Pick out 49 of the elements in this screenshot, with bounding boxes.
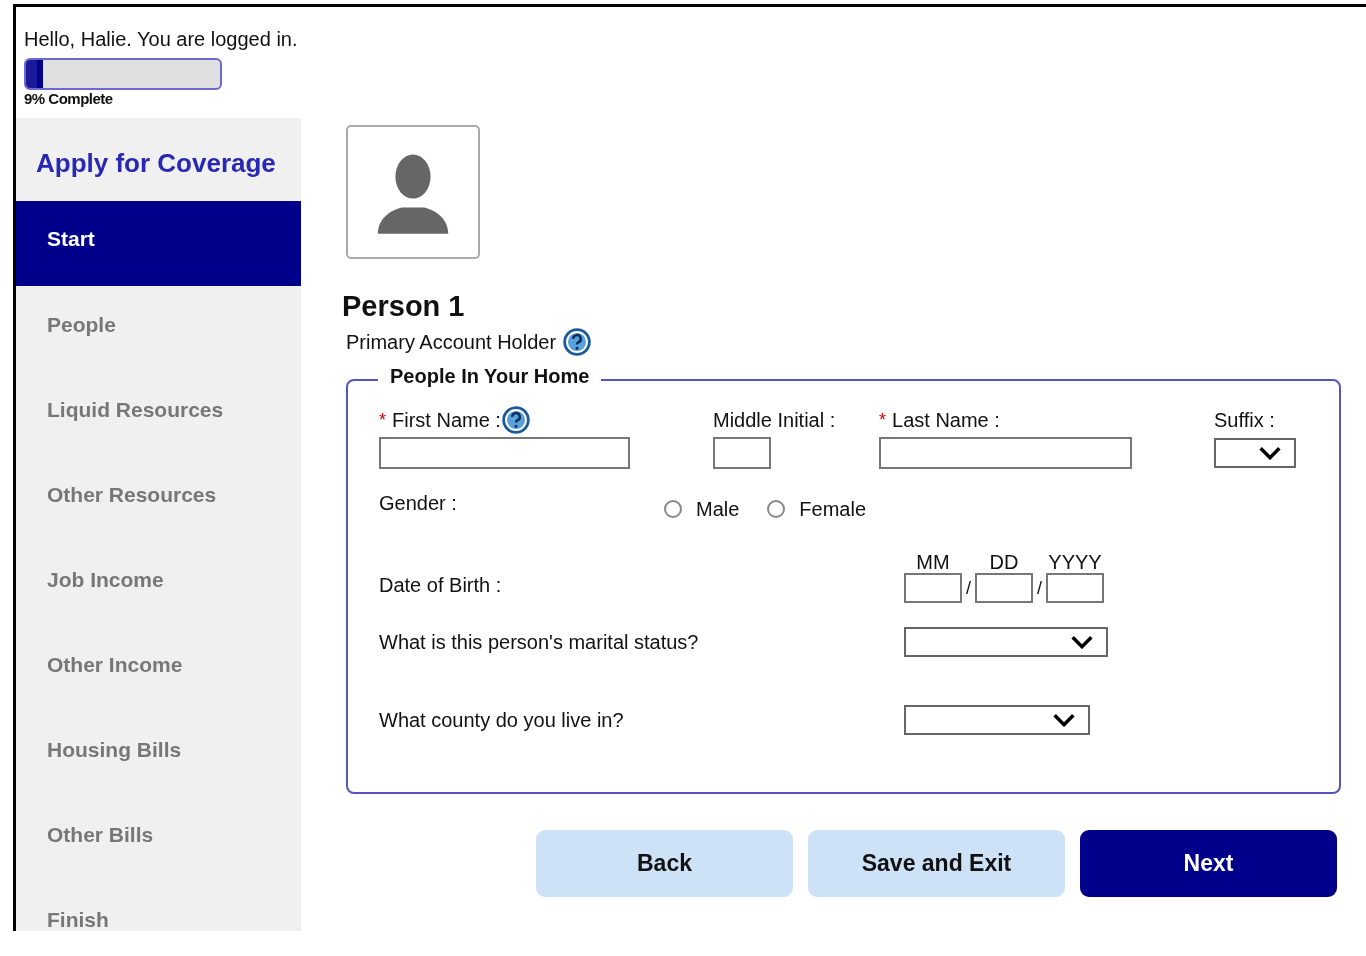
input-field[interactable] — [713, 437, 771, 469]
progress-label: 9% Complete — [24, 90, 114, 108]
sidebar-item[interactable]: Liquid Resources — [16, 371, 301, 456]
greeting-text: Hello, Halie. You are logged in. — [24, 29, 299, 49]
field-label: Last Name : — [892, 408, 1000, 432]
chevron-icon — [1052, 713, 1076, 727]
sidebar-title: Apply for Coverage — [35, 147, 277, 180]
required-mark: * — [379, 409, 386, 431]
person-heading: Person 1 — [342, 289, 466, 323]
field-label: Date of Birth : — [379, 574, 503, 598]
date-separator: / — [1036, 578, 1044, 600]
sidebar-item[interactable]: Finish — [16, 881, 301, 931]
action-button[interactable]: Back — [536, 830, 793, 897]
radio-button[interactable] — [664, 500, 682, 518]
input-field[interactable] — [975, 573, 1033, 603]
date-part-label: DD — [989, 551, 1019, 573]
dropdown[interactable] — [1214, 438, 1296, 468]
sidebar-item[interactable]: Start — [16, 201, 301, 286]
radio-label: Female — [799, 497, 867, 521]
sidebar-item[interactable]: Job Income — [16, 541, 301, 626]
help-icon[interactable] — [500, 405, 531, 435]
action-button[interactable]: Next — [1080, 830, 1337, 897]
sidebar-item[interactable]: Housing Bills — [16, 711, 301, 796]
input-field[interactable] — [1046, 573, 1105, 603]
chevron-icon — [1258, 446, 1282, 460]
account-role-text: Primary Account Holder — [346, 330, 557, 354]
question-label: What is this person's marital status? — [379, 630, 700, 654]
section-legend: People In Your Home — [378, 365, 602, 388]
date-part-label: YYYY — [1048, 551, 1102, 573]
sidebar-item[interactable]: Other Income — [16, 626, 301, 711]
field-label: Middle Initial : — [713, 408, 836, 432]
radio-label: Male — [696, 497, 740, 521]
field-label: Suffix : — [1214, 408, 1275, 432]
help-icon[interactable] — [562, 327, 593, 357]
field-label: Gender : — [379, 491, 458, 515]
chevron-icon — [1070, 635, 1094, 649]
sidebar-item[interactable]: People — [16, 286, 301, 371]
date-part-label: MM — [916, 551, 950, 573]
required-mark: * — [879, 409, 886, 431]
input-field[interactable] — [879, 437, 1132, 469]
input-field[interactable] — [904, 573, 962, 603]
question-label: What county do you live in? — [379, 708, 625, 732]
field-label: First Name : — [392, 408, 501, 432]
input-field[interactable] — [379, 437, 630, 469]
date-separator: / — [965, 578, 972, 600]
sidebar-item[interactable]: Other Resources — [16, 456, 301, 541]
sidebar-item[interactable]: Other Bills — [16, 796, 301, 881]
radio-button[interactable] — [767, 500, 786, 518]
action-button[interactable]: Save and Exit — [808, 830, 1065, 897]
